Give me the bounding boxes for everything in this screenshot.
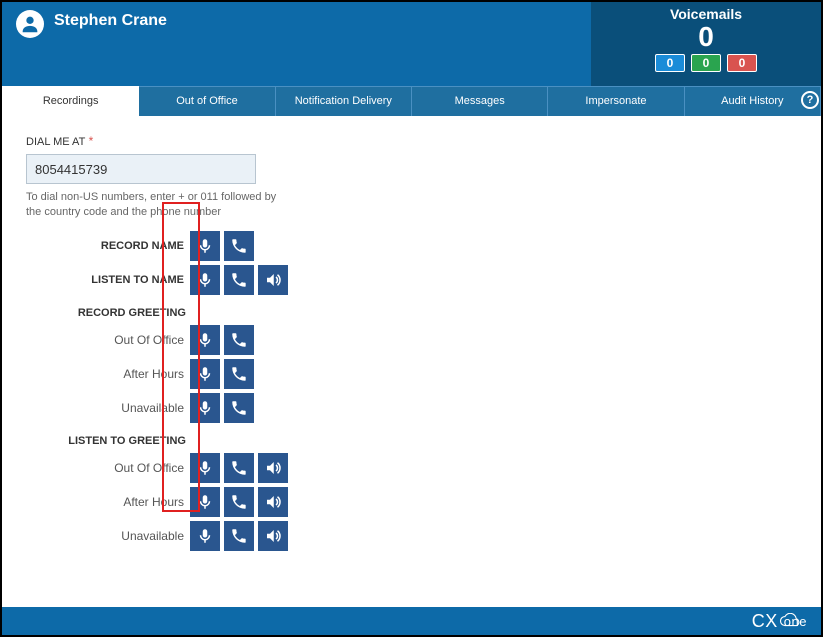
mic-icon	[196, 365, 214, 383]
recording-rows: RECORD NAME LISTEN TO NAME RECORD GREETI…	[26, 229, 797, 553]
row-listen-greeting-ooo: Out Of Office	[26, 451, 797, 485]
listen-ooo-mic-button[interactable]	[190, 453, 220, 483]
tab-impersonate[interactable]: Impersonate	[548, 86, 684, 116]
mic-icon	[196, 271, 214, 289]
record-greeting-title: RECORD GREETING	[26, 307, 186, 319]
record-ooo-phone-button[interactable]	[224, 325, 254, 355]
listen-unavailable-mic-button[interactable]	[190, 521, 220, 551]
row-listen-greeting-unavailable: Unavailable	[26, 519, 797, 553]
listen-greeting-title: LISTEN TO GREETING	[26, 435, 186, 447]
phone-icon	[230, 237, 248, 255]
row-record-greeting-ooo: Out Of Office	[26, 323, 797, 357]
dial-input[interactable]	[26, 154, 256, 184]
listen-name-mic-button[interactable]	[190, 265, 220, 295]
badge-blue[interactable]: 0	[655, 54, 685, 72]
phone-icon	[230, 271, 248, 289]
row-listen-name: LISTEN TO NAME	[26, 263, 797, 297]
row-listen-greeting-afterhours: After Hours	[26, 485, 797, 519]
record-name-phone-button[interactable]	[224, 231, 254, 261]
cxone-logo: CX one	[752, 611, 807, 632]
mic-icon	[196, 459, 214, 477]
listen-afterhours-speaker-button[interactable]	[258, 487, 288, 517]
listen-ooo-speaker-button[interactable]	[258, 453, 288, 483]
badge-green[interactable]: 0	[691, 54, 721, 72]
speaker-icon	[264, 493, 282, 511]
record-afterhours-phone-button[interactable]	[224, 359, 254, 389]
logo-cx: CX	[752, 611, 778, 632]
listen-afterhours-mic-button[interactable]	[190, 487, 220, 517]
mic-icon	[196, 527, 214, 545]
record-afterhours-mic-button[interactable]	[190, 359, 220, 389]
listen-afterhours-label: After Hours	[26, 495, 186, 509]
voicemail-badges: 0 0 0	[591, 54, 821, 72]
help-icon[interactable]: ?	[801, 91, 819, 109]
required-marker: *	[89, 134, 94, 148]
row-record-name: RECORD NAME	[26, 229, 797, 263]
content: DIAL ME AT * To dial non-US numbers, ent…	[2, 116, 821, 607]
dial-hint: To dial non-US numbers, enter + or 011 f…	[26, 190, 286, 221]
listen-ooo-label: Out Of Office	[26, 461, 186, 475]
phone-icon	[230, 365, 248, 383]
voicemail-panel: Voicemails 0 0 0 0	[591, 2, 821, 86]
avatar[interactable]	[16, 10, 44, 38]
tab-recordings[interactable]: Recordings	[2, 86, 139, 116]
voicemails-count: 0	[591, 22, 821, 52]
badge-red[interactable]: 0	[727, 54, 757, 72]
listen-name-speaker-button[interactable]	[258, 265, 288, 295]
mic-icon	[196, 237, 214, 255]
username: Stephen Crane	[54, 12, 167, 30]
listen-name-phone-button[interactable]	[224, 265, 254, 295]
speaker-icon	[264, 459, 282, 477]
row-record-greeting-afterhours: After Hours	[26, 357, 797, 391]
record-ooo-mic-button[interactable]	[190, 325, 220, 355]
tab-messages[interactable]: Messages	[412, 86, 548, 116]
record-unavailable-phone-button[interactable]	[224, 393, 254, 423]
phone-icon	[230, 493, 248, 511]
listen-unavailable-phone-button[interactable]	[224, 521, 254, 551]
listen-unavailable-speaker-button[interactable]	[258, 521, 288, 551]
user-area: Stephen Crane	[2, 2, 181, 86]
ooo-label: Out Of Office	[26, 333, 186, 347]
mic-icon	[196, 399, 214, 417]
listen-name-label: LISTEN TO NAME	[26, 274, 186, 286]
record-name-mic-button[interactable]	[190, 231, 220, 261]
record-name-label: RECORD NAME	[26, 240, 186, 252]
phone-icon	[230, 527, 248, 545]
mic-icon	[196, 493, 214, 511]
footer: CX one	[2, 607, 821, 635]
afterhours-label: After Hours	[26, 367, 186, 381]
record-unavailable-mic-button[interactable]	[190, 393, 220, 423]
speaker-icon	[264, 271, 282, 289]
tabs: Recordings Out of Office Notification De…	[2, 86, 821, 116]
header: Stephen Crane Voicemails 0 0 0 0	[2, 2, 821, 86]
phone-icon	[230, 459, 248, 477]
listen-unavailable-label: Unavailable	[26, 529, 186, 543]
app-window: Stephen Crane Voicemails 0 0 0 0 Recordi…	[0, 0, 823, 637]
tab-notification-delivery[interactable]: Notification Delivery	[276, 86, 412, 116]
listen-ooo-phone-button[interactable]	[224, 453, 254, 483]
dial-label: DIAL ME AT	[26, 136, 85, 148]
mic-icon	[196, 331, 214, 349]
tab-out-of-office[interactable]: Out of Office	[139, 86, 275, 116]
unavailable-label: Unavailable	[26, 401, 186, 415]
phone-icon	[230, 399, 248, 417]
listen-afterhours-phone-button[interactable]	[224, 487, 254, 517]
voicemails-label: Voicemails	[591, 6, 821, 22]
logo-one: one	[784, 614, 807, 629]
speaker-icon	[264, 527, 282, 545]
row-record-greeting-unavailable: Unavailable	[26, 391, 797, 425]
user-icon	[19, 13, 41, 35]
phone-icon	[230, 331, 248, 349]
